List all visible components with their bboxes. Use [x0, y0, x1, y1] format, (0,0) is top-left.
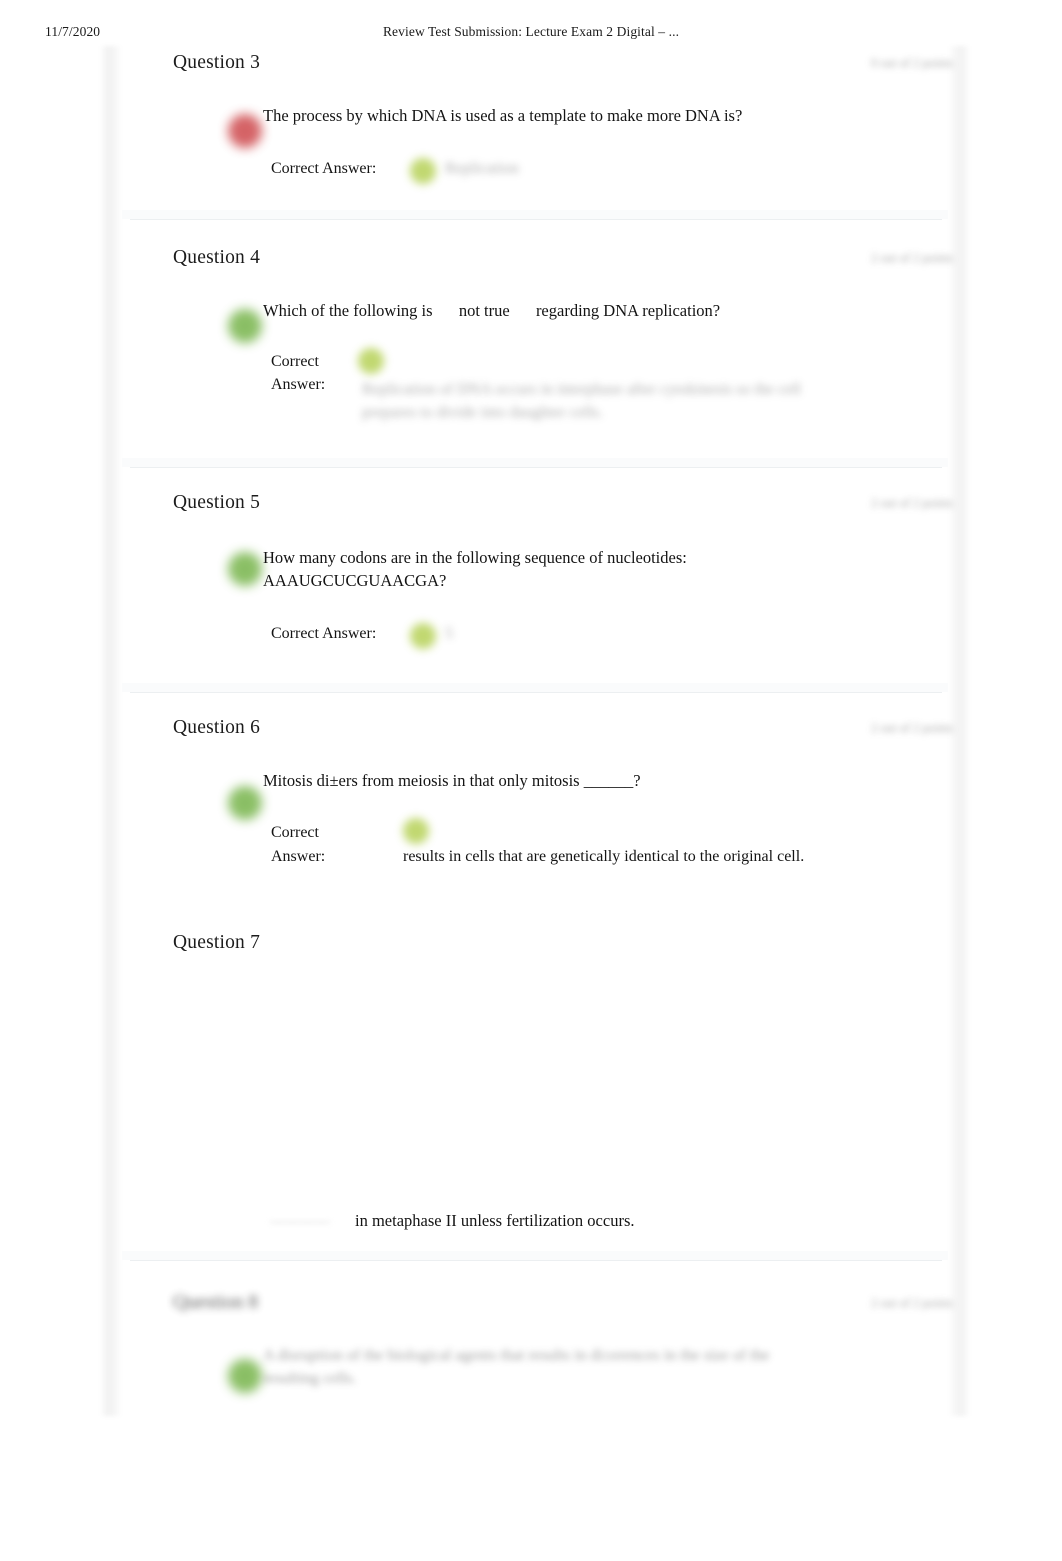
question-4-correct-answer-line1: Replication of DNA occurs in interphase … — [362, 381, 801, 398]
question-separator-band-3 — [122, 210, 948, 219]
question-4-text-before: Which of the following is — [263, 301, 433, 320]
question-block-3: Question 3 0 out of 2 points The process… — [100, 46, 970, 218]
question-separator-band-5 — [122, 683, 948, 692]
question-3-correct-answer-value: Replication — [445, 160, 519, 177]
question-block-8: Question 8 2 out of 2 points A disruptio… — [100, 1286, 970, 1416]
incorrect-answer-icon — [228, 114, 262, 148]
question-4-correct-label-line2: Answer: — [271, 376, 326, 393]
question-7-title: Question 7 — [173, 932, 261, 953]
question-4-header: Question 4 2 out of 2 points — [100, 241, 970, 287]
correct-answer-marker-icon — [403, 818, 429, 844]
question-5-text-line2: AAAUGCUCGUAACGA? — [263, 571, 447, 590]
question-7-ghost-marker: ———— — [270, 1214, 330, 1230]
question-divider-4 — [130, 467, 942, 468]
question-3-correct-answer-label: Correct Answer: — [271, 160, 377, 177]
question-block-7: Question 7 ———— in metaphase II unless f… — [100, 926, 970, 1231]
question-5-points: 2 out of 2 points — [871, 496, 953, 510]
question-4-points: 2 out of 2 points — [871, 251, 953, 265]
question-8-title: Question 8 — [173, 1292, 259, 1313]
question-6-correct-label-line1: Correct — [271, 824, 319, 841]
correct-answer-marker-icon — [410, 623, 436, 649]
question-4-text: Which of the following is not true regar… — [263, 299, 923, 322]
correct-answer-icon — [228, 309, 262, 343]
question-divider-3 — [130, 219, 942, 220]
question-5-correct-answer-value: 5 — [445, 625, 453, 642]
question-4-text-emphasis: not true — [458, 301, 510, 320]
question-divider-5 — [130, 692, 942, 693]
question-6-correct-label-line2: Answer: — [271, 848, 326, 865]
question-5-header: Question 5 2 out of 2 points — [100, 486, 970, 532]
question-3-points: 0 out of 2 points — [871, 56, 953, 70]
question-3-header: Question 3 0 out of 2 points — [100, 46, 970, 92]
question-5-correct-answer-label: Correct Answer: — [271, 625, 377, 642]
page-header: 11/7/2020 Review Test Submission: Lectur… — [0, 0, 1062, 46]
question-6-text: Mitosis di±ers from meiosis in that only… — [263, 771, 641, 790]
correct-answer-marker-icon — [410, 158, 436, 184]
question-6-header: Question 6 2 out of 2 points — [100, 711, 970, 757]
question-7-trailing-text: in metaphase II unless fertilization occ… — [355, 1211, 635, 1230]
question-3-title: Question 3 — [173, 52, 261, 73]
question-8-text-line1: A disruption of the biological agents th… — [263, 1347, 770, 1364]
question-block-6: Question 6 2 out of 2 points Mitosis di±… — [100, 711, 970, 876]
question-separator-band-4 — [122, 458, 948, 467]
question-7-header: Question 7 — [100, 926, 970, 972]
question-separator-band-7 — [122, 1251, 948, 1260]
correct-answer-icon — [228, 1359, 262, 1393]
question-8-text-line2: resulting cells. — [263, 1370, 357, 1387]
question-4-correct-label-line1: Correct — [271, 353, 319, 370]
question-8-header: Question 8 2 out of 2 points — [100, 1286, 970, 1332]
question-block-4: Question 4 2 out of 2 points Which of th… — [100, 241, 970, 466]
content-card: Question 3 0 out of 2 points The process… — [100, 46, 970, 1416]
correct-answer-icon — [228, 786, 262, 820]
question-3-text: The process by which DNA is used as a te… — [263, 106, 743, 125]
question-5-text-line1: How many codons are in the following seq… — [263, 548, 687, 567]
question-4-text-after: regarding DNA replication? — [535, 301, 721, 320]
question-6-title: Question 6 — [173, 717, 261, 738]
document-page: 11/7/2020 Review Test Submission: Lectur… — [0, 0, 1062, 1561]
question-4-title: Question 4 — [173, 247, 261, 268]
correct-answer-icon — [228, 552, 262, 586]
question-block-5: Question 5 2 out of 2 points How many co… — [100, 486, 970, 691]
question-4-correct-answer-line2: prepares to divide into daughter cells. — [362, 404, 603, 421]
question-divider-7 — [130, 1260, 942, 1261]
correct-answer-marker-icon — [358, 348, 384, 374]
question-5-title: Question 5 — [173, 492, 261, 513]
question-8-points: 2 out of 2 points — [871, 1296, 953, 1310]
header-title: Review Test Submission: Lecture Exam 2 D… — [382, 24, 680, 39]
question-6-correct-answer-value: results in cells that are genetically id… — [403, 848, 805, 865]
question-6-points: 2 out of 2 points — [871, 721, 953, 735]
